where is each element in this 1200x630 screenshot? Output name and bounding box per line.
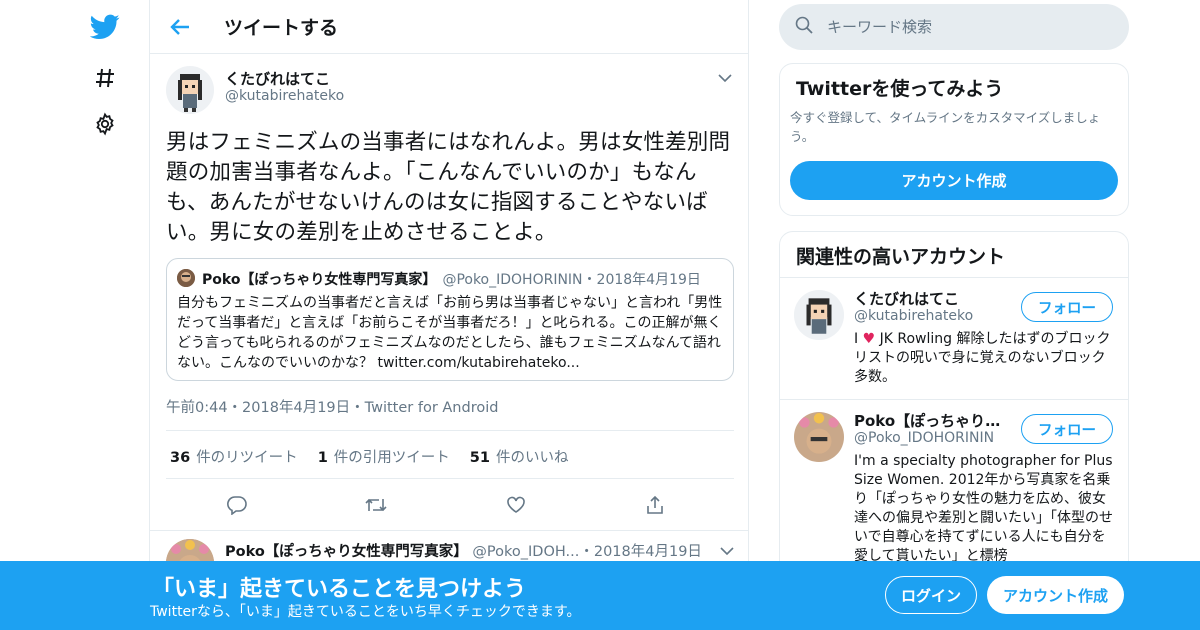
retweet-count-label: 件のリツイート [196, 450, 298, 466]
quoted-avatar [177, 269, 195, 287]
quoted-author-name: Poko【ぽっちゃり女性専門写真家】 [202, 272, 437, 288]
create-account-button[interactable]: アカウント作成 [790, 161, 1118, 200]
signup-card-subtitle: 今すぐ登録して、タイムラインをカスタマイズしましょう。 [790, 110, 1101, 144]
quoted-tweet[interactable]: Poko【ぽっちゃり女性専門写真家】 @Poko_IDOHORININ・2018年… [166, 258, 734, 381]
tweet-author-handle[interactable]: @kutabirehateko [225, 88, 344, 104]
like-count[interactable]: 51 件のいいね [470, 446, 569, 467]
signup-card-title: Twitterを使ってみよう [796, 78, 1004, 100]
follow-button[interactable]: フォロー [1021, 414, 1113, 444]
quoted-date: ・2018年4月19日 [582, 272, 701, 288]
search-icon [795, 16, 813, 38]
main-column: ツイートする くたびれはてこ @kutabirehateko 男はフェミニズムの… [149, 0, 749, 630]
banner-create-account-button[interactable]: アカウント作成 [987, 576, 1124, 614]
like-count-label: 件のいいね [495, 450, 569, 466]
login-button[interactable]: ログイン [885, 576, 977, 614]
hashtag-icon[interactable] [90, 63, 120, 93]
account-bio-prefix: I [854, 331, 859, 347]
quote-count[interactable]: 1 件の引用ツイート [318, 446, 450, 467]
banner-title: 「いま」起きていることを見つけよう [152, 577, 527, 602]
account-bio: I'm a specialty photographer for Plus Si… [854, 453, 1113, 564]
related-accounts-title: 関連性の高いアカウント [796, 246, 1006, 268]
related-accounts-header: 関連性の高いアカウント [780, 232, 1128, 278]
quoted-author-handle: @Poko_IDOHORININ [442, 272, 583, 288]
avatar[interactable] [166, 66, 214, 114]
search-input[interactable] [827, 18, 1107, 36]
back-arrow-icon[interactable] [168, 15, 192, 39]
tweet-actions [226, 494, 666, 516]
quote-count-value: 1 [317, 450, 328, 466]
divider [166, 478, 734, 479]
like-count-value: 51 [469, 450, 490, 466]
reply-icon[interactable] [226, 494, 248, 516]
reply-author-handle[interactable]: @Poko_IDOH... [472, 544, 579, 560]
signup-card: Twitterを使ってみよう 今すぐ登録して、タイムラインをカスタマイズしましょ… [779, 63, 1129, 216]
related-account-item[interactable]: くたびれはてこ @kutabirehateko フォロー I ♥ JK Rowl… [780, 278, 1128, 400]
quoted-header: Poko【ぽっちゃり女性専門写真家】 @Poko_IDOHORININ・2018年… [202, 269, 701, 289]
signup-banner: 「いま」起きていることを見つけよう Twitterなら、「いま」起きていることを… [0, 561, 1200, 630]
heart-icon: ♥ [862, 331, 876, 347]
retweet-count[interactable]: 36 件のリツイート [170, 446, 298, 467]
twitter-bird-icon[interactable] [90, 12, 120, 42]
avatar[interactable] [794, 412, 844, 462]
quoted-text: 自分もフェミニズムの当事者だと言えば「お前ら男は当事者じゃない」と言われ「男性だ… [177, 295, 723, 371]
chevron-down-icon[interactable] [718, 68, 734, 84]
like-heart-icon[interactable] [505, 494, 527, 516]
tweet-stats: 36 件のリツイート 1 件の引用ツイート 51 件のいいね [170, 446, 568, 467]
follow-button[interactable]: フォロー [1021, 292, 1113, 322]
search-bar[interactable] [779, 4, 1129, 50]
chevron-down-icon[interactable] [720, 541, 734, 560]
share-icon[interactable] [644, 494, 666, 516]
tweet-author-name[interactable]: くたびれはてこ [225, 68, 330, 89]
page-title: ツイートする [224, 17, 339, 39]
reply-date: ・2018年4月19日 [579, 544, 702, 560]
tweet-timestamp[interactable]: 午前0:44・2018年4月19日・Twitter for Android [166, 396, 498, 417]
banner-subtitle: Twitterなら、「いま」起きていることをいち早くチェックできます。 [150, 604, 581, 620]
main-header: ツイートする [150, 0, 748, 54]
retweet-count-value: 36 [170, 450, 191, 466]
account-bio-text: JK Rowling 解除したはずのブロックリストの呪いで身に覚えのないブロック… [854, 331, 1111, 385]
account-handle[interactable]: @Poko_IDOHORININ [854, 430, 994, 446]
quote-count-label: 件の引用ツイート [333, 450, 450, 466]
tweet-text: 男はフェミニズムの当事者にはなれんよ。男は女性差別問題の加害当事者なんよ。「こん… [166, 130, 731, 245]
avatar[interactable] [794, 290, 844, 340]
reply-header: Poko【ぽっちゃり女性専門写真家】 @Poko_IDOH...・2018年4月… [225, 540, 702, 561]
account-bio: I ♥ JK Rowling 解除したはずのブロックリストの呪いで身に覚えのない… [854, 330, 1116, 387]
settings-gear-icon[interactable] [90, 109, 120, 139]
left-nav [80, 0, 130, 630]
retweet-icon[interactable] [365, 494, 387, 516]
account-name[interactable]: くたびれはてこ [854, 288, 1014, 309]
account-handle[interactable]: @kutabirehateko [854, 308, 973, 324]
reply-author-name[interactable]: Poko【ぽっちゃり女性専門写真家】 [225, 544, 468, 560]
divider [166, 430, 734, 431]
account-name[interactable]: Poko【ぽっちゃり女性専門写真家】 [854, 410, 1014, 431]
